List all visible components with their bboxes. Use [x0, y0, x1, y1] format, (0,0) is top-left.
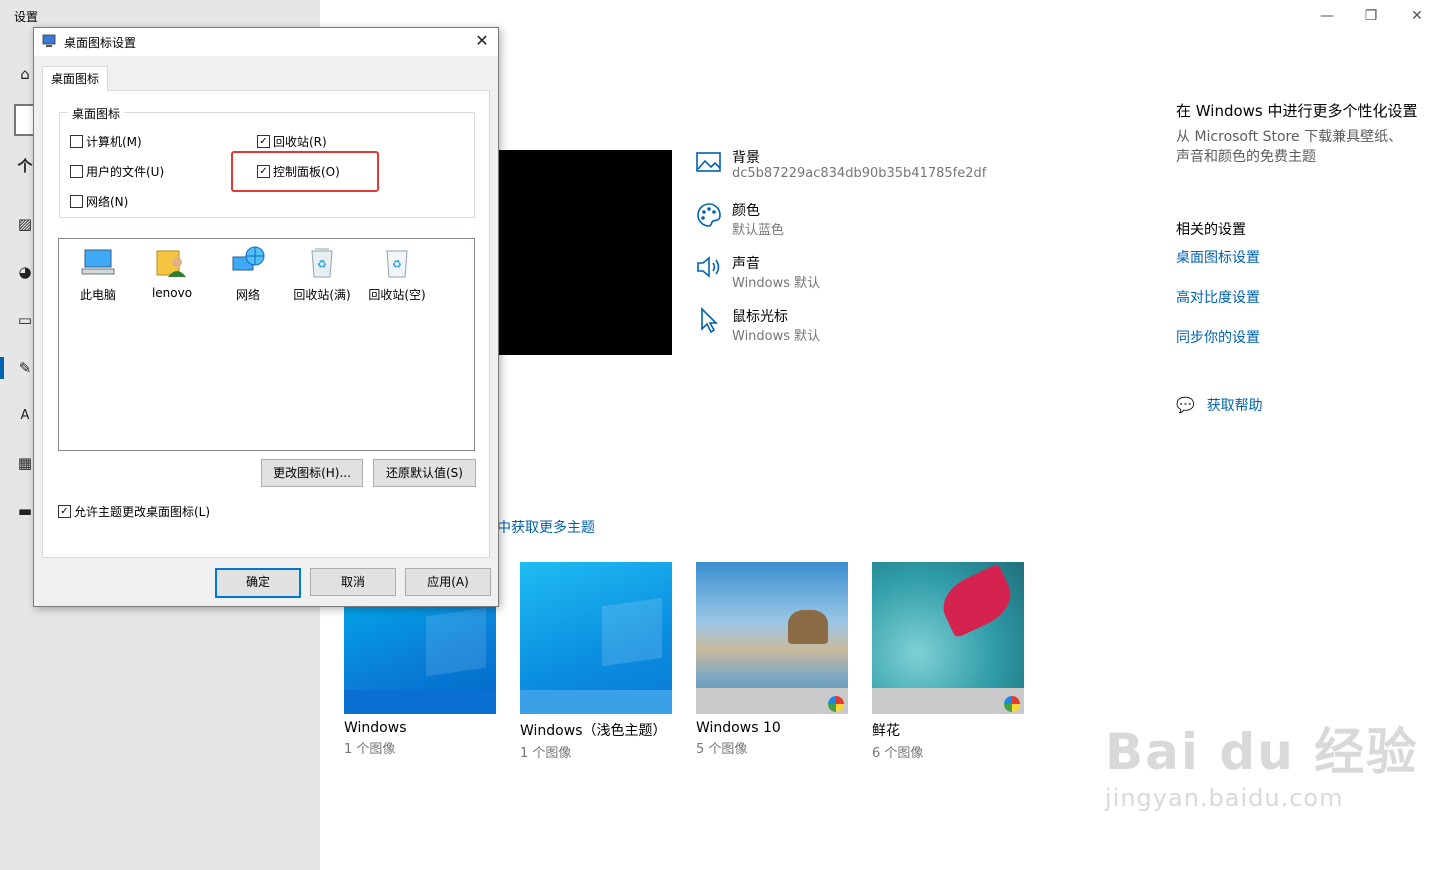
icon-label: 回收站(满) — [293, 288, 351, 302]
promo-title: 在 Windows 中进行更多个性化设置 — [1176, 102, 1418, 120]
checkbox-box — [70, 165, 83, 178]
sound-option-value: Windows 默认 — [732, 276, 821, 291]
theme-name: Windows（浅色主题） — [520, 723, 667, 739]
computer-checkbox[interactable]: 计算机(M) — [70, 133, 142, 150]
theme-name: Windows 10 — [696, 720, 781, 736]
checkbox-box — [70, 195, 83, 208]
cursor-option-value: Windows 默认 — [732, 329, 821, 344]
minimize-button[interactable]: — — [1312, 6, 1342, 26]
icon-label: lenovo — [151, 286, 193, 300]
checkbox-label: 计算机(M) — [86, 135, 142, 149]
related-settings-title: 相关的设置 — [1176, 222, 1246, 238]
recycle-bin-full-item[interactable]: ♻ 回收站(满) — [287, 245, 357, 303]
network-globe-icon — [232, 246, 265, 271]
help-chat-icon: 💬 — [1176, 396, 1195, 414]
recycle-bin-empty-item[interactable]: ♻ 回收站(空) — [362, 245, 432, 303]
promo-text: 从 Microsoft Store 下载兼具壁纸、声音和颜色的免费主题 — [1176, 129, 1403, 165]
palette-icon — [697, 203, 721, 227]
desktop-icon-list[interactable]: 此电脑 lenovo 网络 ♻ 回收站(满) ♻ 回收站(空) — [58, 238, 475, 451]
checkbox-box — [70, 135, 83, 148]
get-help-row[interactable]: 💬 获取帮助 — [1176, 395, 1436, 415]
this-pc-item[interactable]: 此电脑 — [63, 245, 133, 303]
cancel-button[interactable]: 取消 — [310, 568, 396, 596]
network-item[interactable]: 网络 — [213, 245, 283, 303]
settings-title: 设置 — [14, 10, 39, 24]
color-option-value: 默认蓝色 — [732, 223, 785, 238]
theme-image-count: 6 个图像 — [872, 746, 924, 761]
checkbox-box: ✓ — [58, 505, 71, 518]
speaker-icon — [697, 256, 720, 278]
restore-default-button[interactable]: 还原默认值(S) — [373, 459, 476, 487]
user-files-checkbox[interactable]: 用户的文件(U) — [70, 163, 164, 180]
ok-button[interactable]: 确定 — [215, 568, 301, 598]
lenovo-item[interactable]: lenovo — [137, 245, 207, 300]
theme-image-count: 1 个图像 — [520, 746, 572, 761]
related-panel: 在 Windows 中进行更多个性化设置 从 Microsoft Store 下… — [1176, 100, 1436, 415]
dialog-title: 桌面图标设置 — [64, 36, 137, 50]
watermark-url: jingyan.baidu.com — [1105, 784, 1344, 812]
sound-option-title[interactable]: 声音 — [732, 253, 760, 273]
checkbox-box: ✓ — [257, 135, 270, 148]
color-wheel-icon — [828, 696, 844, 712]
checkbox-label: 用户的文件(U) — [86, 165, 165, 179]
checkbox-label: 回收站(R) — [273, 135, 327, 149]
theme-card-flowers[interactable]: 鲜花 6 个图像 — [872, 562, 1024, 761]
group-label: 桌面图标 — [68, 105, 125, 122]
theme-image-count: 5 个图像 — [696, 742, 748, 757]
theme-name: 鲜花 — [872, 723, 900, 739]
checkbox-label: 允许主题更改桌面图标(L) — [74, 505, 211, 519]
high-contrast-link[interactable]: 高对比度设置 — [1176, 287, 1436, 307]
user-folder-icon — [156, 250, 186, 277]
change-icon-button[interactable]: 更改图标(H)... — [261, 459, 363, 487]
get-more-themes-link[interactable]: 中获取更多主题 — [497, 517, 595, 537]
restore-button[interactable]: ❐ — [1356, 6, 1386, 26]
theme-card-windows-10[interactable]: Windows 10 5 个图像 — [696, 562, 848, 757]
dialog-app-icon — [42, 34, 56, 47]
tab-desktop-icons[interactable]: 桌面图标 — [42, 66, 108, 91]
color-option-title[interactable]: 颜色 — [732, 200, 760, 220]
background-option-title[interactable]: 背景 — [732, 147, 760, 167]
theme-preview — [497, 150, 672, 355]
baidu-watermark: Bai du 经验 jingyan.baidu.com — [1105, 712, 1418, 812]
allow-theme-change-checkbox[interactable]: ✓ 允许主题更改桌面图标(L) — [58, 503, 210, 520]
nav-selection-indicator — [0, 357, 4, 379]
svg-text:♻: ♻ — [392, 258, 402, 271]
theme-thumbnail — [872, 562, 1024, 714]
computer-icon — [81, 249, 115, 275]
checkbox-label: 网络(N) — [86, 195, 129, 209]
theme-thumbnail — [696, 562, 848, 714]
svg-text:♻: ♻ — [317, 258, 327, 271]
theme-name: Windows — [344, 720, 407, 736]
dialog-close-button[interactable]: ✕ — [472, 30, 492, 52]
icon-label: 此电脑 — [79, 288, 116, 302]
watermark-logo-text: Bai du 经验 — [1105, 723, 1419, 781]
color-wheel-icon — [1004, 696, 1020, 712]
desktop-icon-settings-dialog: 桌面图标设置 ✕ 桌面图标 桌面图标 计算机(M) ✓ 回收站(R) 用户的文件… — [33, 27, 499, 607]
icon-label: 网络 — [235, 288, 260, 302]
background-option-value: dc5b87229ac834db90b35b41785fe2df — [732, 166, 987, 181]
picture-icon — [696, 152, 721, 172]
sync-settings-link[interactable]: 同步你的设置 — [1176, 327, 1436, 347]
annotation-highlight-box — [231, 151, 379, 192]
network-checkbox[interactable]: 网络(N) — [70, 193, 128, 210]
close-button[interactable]: ✕ — [1402, 6, 1432, 26]
apply-button[interactable]: 应用(A) — [405, 568, 491, 596]
recycle-bin-checkbox[interactable]: ✓ 回收站(R) — [257, 133, 327, 150]
theme-image-count: 1 个图像 — [344, 742, 396, 757]
recycle-bin-full-icon: ♻ — [311, 248, 333, 278]
theme-thumbnail — [520, 562, 672, 714]
icon-label: 回收站(空) — [368, 288, 426, 302]
cursor-icon — [701, 307, 718, 334]
recycle-bin-empty-icon: ♻ — [386, 250, 408, 278]
theme-card-windows-light[interactable]: Windows（浅色主题） 1 个图像 — [520, 562, 672, 761]
cursor-option-title[interactable]: 鼠标光标 — [732, 306, 788, 326]
get-help-link[interactable]: 获取帮助 — [1207, 395, 1263, 415]
desktop-icon-settings-link[interactable]: 桌面图标设置 — [1176, 247, 1436, 267]
dialog-titlebar[interactable]: 桌面图标设置 ✕ — [34, 28, 498, 56]
